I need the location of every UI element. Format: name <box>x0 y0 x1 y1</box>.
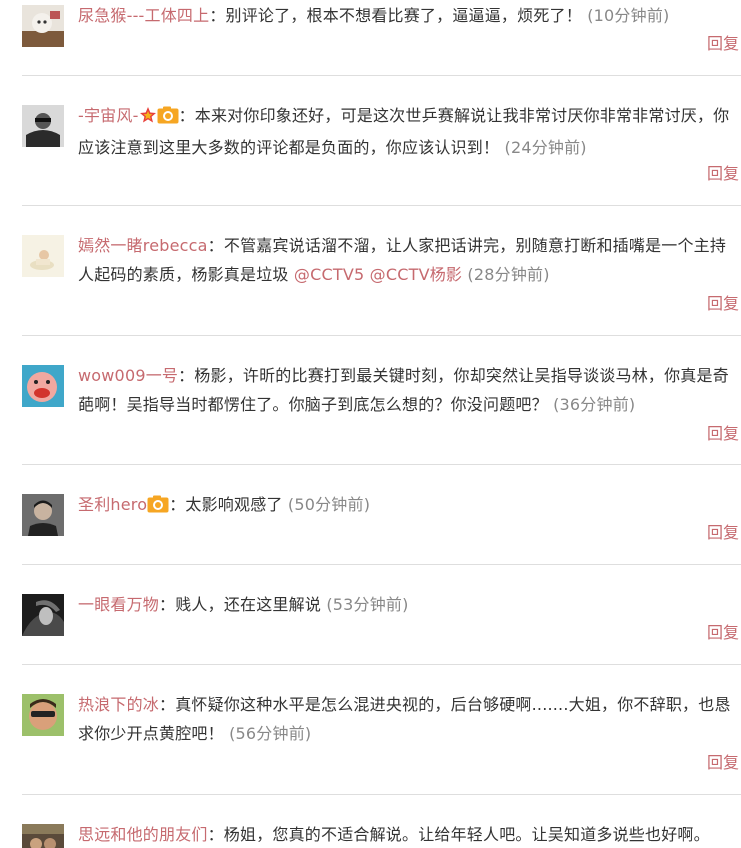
comment-text: ：贱人，还在这里解说 <box>159 595 322 614</box>
username-link[interactable]: 圣利hero <box>78 495 147 514</box>
comment-time: (28分钟前) <box>467 265 550 284</box>
comment-body: 一眼看万物：贱人，还在这里解说 (53分钟前) <box>78 590 741 619</box>
username-link[interactable]: 思远和他的朋友们 <box>78 825 208 844</box>
avatar[interactable] <box>22 105 64 147</box>
username-link[interactable]: 一眼看万物 <box>78 595 159 614</box>
comment-text: ：真怀疑你这种水平是怎么混进央视的，后台够硬啊.......大姐，你不辞职，也恳… <box>78 695 731 743</box>
comment-body: 尿急猴---工体四上：别评论了，根本不想看比赛了，逼逼逼，烦死了！ (10分钟前… <box>78 1 741 30</box>
reply-button[interactable]: 回复 <box>707 30 739 54</box>
reply-button[interactable]: 回复 <box>707 619 739 643</box>
camera-badge-icon <box>147 493 169 522</box>
reply-button[interactable]: 回复 <box>707 420 739 444</box>
reply-button[interactable]: 回复 <box>707 749 739 773</box>
avatar[interactable] <box>22 824 64 848</box>
comment-time: (10分钟前) <box>587 6 670 25</box>
username-link[interactable]: 嫣然一睹rebecca <box>78 236 208 255</box>
comment-body: -宇宙风- ：本来对你印象还好，可是这次世乒赛解说让我非常讨厌你非常非常讨厌，你应… <box>78 101 741 162</box>
comment-body: 嫣然一睹rebecca：不管嘉宾说话溜不溜，让人家把话讲完，别随意打断和插嘴是一… <box>78 231 741 289</box>
reply-button[interactable]: 回复 <box>707 290 739 314</box>
avatar[interactable] <box>22 235 64 277</box>
reply-button[interactable]: 回复 <box>707 519 739 543</box>
divider <box>22 464 741 465</box>
comment-feed: 尿急猴---工体四上：别评论了，根本不想看比赛了，逼逼逼，烦死了！ (10分钟前… <box>0 0 741 848</box>
divider <box>22 794 741 795</box>
comment-time: (24分钟前) <box>504 138 587 157</box>
comment-body: 思远和他的朋友们：杨姐，您真的不适合解说。让给年轻人吧。让吴知道多说些也好啊。 <box>78 820 741 848</box>
avatar[interactable] <box>22 694 64 736</box>
comment-time: (36分钟前) <box>553 395 636 414</box>
comment-text: ：杨姐，您真的不适合解说。让给年轻人吧。让吴知道多说些也好啊。 <box>207 825 710 844</box>
comment-body: 热浪下的冰：真怀疑你这种水平是怎么混进央视的，后台够硬啊.......大姐，你不… <box>78 690 741 748</box>
divider <box>22 205 741 206</box>
comment-text: ：别评论了，根本不想看比赛了，逼逼逼，烦死了！ <box>209 6 582 25</box>
comment-body: wow009一号：杨影，许昕的比赛打到最关键时刻，你却突然让吴指导谈谈马林，你真… <box>78 361 741 419</box>
camera-badge-icon <box>157 104 179 133</box>
comment-text: ：太影响观感了 <box>169 495 283 514</box>
username-link[interactable]: 尿急猴---工体四上 <box>78 6 209 25</box>
divider <box>22 664 741 665</box>
avatar[interactable] <box>22 594 64 636</box>
comment-time: (56分钟前) <box>229 724 312 743</box>
mention-link[interactable]: @CCTV杨影 <box>370 265 462 284</box>
comment-body: 圣利hero ：太影响观感了 (50分钟前) <box>78 490 741 522</box>
username-link[interactable]: 热浪下的冰 <box>78 695 159 714</box>
comment-time: (50分钟前) <box>287 495 371 514</box>
username-link[interactable]: wow009一号 <box>78 366 178 385</box>
username-link[interactable]: -宇宙风- <box>78 106 139 125</box>
star-badge-icon <box>139 104 157 133</box>
divider <box>22 564 741 565</box>
mention-link[interactable]: @CCTV5 <box>294 265 364 284</box>
avatar[interactable] <box>22 5 64 47</box>
comment-time: (53分钟前) <box>326 595 409 614</box>
reply-button[interactable]: 回复 <box>707 160 739 184</box>
avatar[interactable] <box>22 365 64 407</box>
avatar[interactable] <box>22 494 64 536</box>
divider <box>22 335 741 336</box>
divider <box>22 75 741 76</box>
